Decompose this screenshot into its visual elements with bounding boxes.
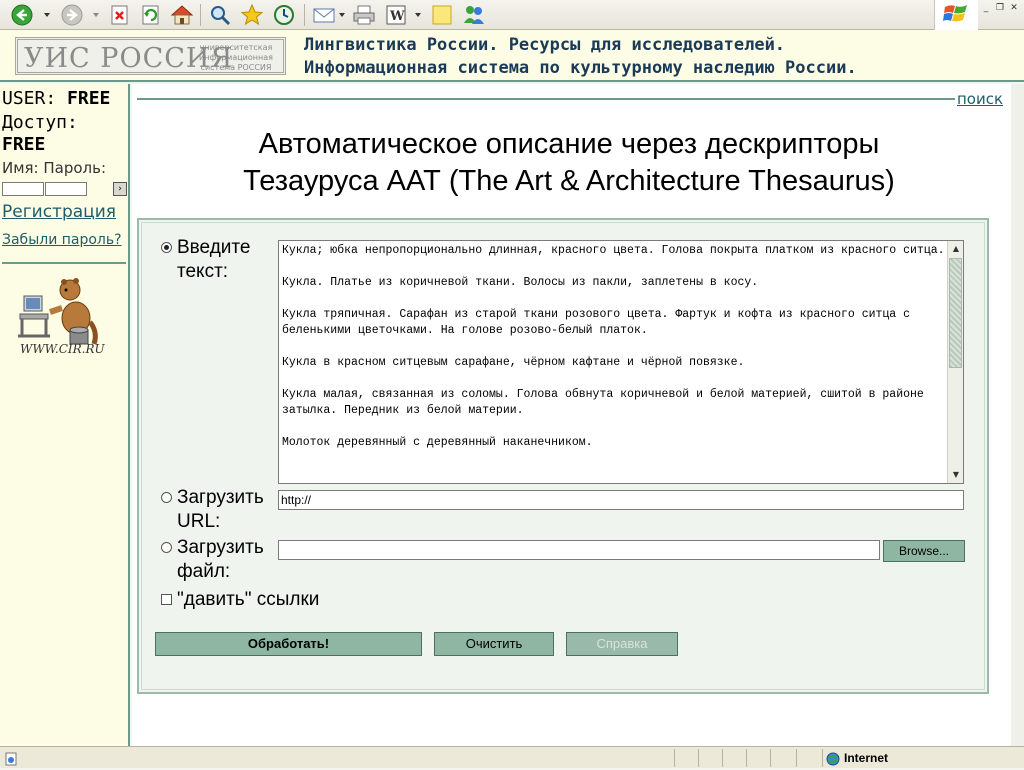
text-input-area[interactable]: Кукла; юбка непропорционально длинная, к…: [278, 240, 964, 484]
scrollbar-thumb[interactable]: [949, 258, 962, 368]
home-icon[interactable]: [170, 3, 194, 27]
site-title-line2: Информационная система по культурному на…: [304, 58, 857, 78]
forward-dropdown-icon[interactable]: [92, 11, 100, 19]
radio-file-input[interactable]: [161, 542, 172, 553]
scroll-up-icon[interactable]: ▲: [950, 243, 962, 255]
messenger-icon[interactable]: [462, 3, 486, 27]
option-text-label: Введите текст:: [177, 237, 251, 282]
stop-icon[interactable]: [108, 3, 132, 27]
input-form: Введите текст: Кукла; юбка непропорциона…: [137, 218, 989, 694]
svg-text:W: W: [389, 9, 405, 24]
search-link[interactable]: поиск: [957, 90, 1003, 108]
search-icon[interactable]: [208, 3, 232, 27]
help-button[interactable]: Справка: [566, 632, 678, 656]
site-header: УИС РОССИЯ университетская информационна…: [0, 30, 1024, 82]
page-title-line1: Автоматическое описание через дескриптор…: [258, 128, 880, 160]
radio-url-input[interactable]: [161, 492, 172, 503]
scroll-down-icon[interactable]: ▼: [950, 469, 962, 481]
uis-russia-logo[interactable]: УИС РОССИЯ университетская информационна…: [15, 37, 286, 75]
word-icon[interactable]: W: [384, 3, 408, 27]
back-icon[interactable]: [10, 3, 34, 27]
url-input[interactable]: http://: [278, 490, 964, 510]
logo-subtitle: университетская информационная система Р…: [199, 43, 273, 72]
textarea-scrollbar[interactable]: ▲ ▼: [947, 241, 963, 483]
suppress-links-checkbox[interactable]: [161, 594, 172, 605]
file-path-input[interactable]: [278, 540, 880, 560]
user-status: USER: FREE: [2, 88, 110, 109]
restore-icon[interactable]: ❐: [994, 2, 1006, 14]
clear-button[interactable]: Очистить: [434, 632, 554, 656]
page-title-line2: Тезауруса ААТ (The Art & Architecture Th…: [243, 165, 895, 197]
textarea-content: Кукла; юбка непропорционально длинная, к…: [282, 244, 945, 449]
login-button[interactable]: ›: [113, 182, 127, 196]
forgot-password-link[interactable]: Забыли пароль?: [2, 232, 122, 248]
page-scrollbar[interactable]: [1011, 84, 1024, 746]
windows-logo-icon: [934, 0, 978, 30]
notes-icon[interactable]: [430, 3, 454, 27]
process-button[interactable]: Обработать!: [155, 632, 422, 656]
user-label: USER:: [2, 88, 57, 109]
suppress-links-label: "давить" ссылки: [177, 589, 320, 610]
password-input[interactable]: [45, 182, 87, 196]
top-divider: [137, 98, 955, 100]
browser-toolbar: W _ ❐ ✕: [0, 0, 1024, 30]
history-icon[interactable]: [272, 3, 296, 27]
sidebar-divider: [2, 262, 126, 264]
back-dropdown-icon[interactable]: [43, 11, 51, 19]
option-url-label: Загрузить URL:: [177, 487, 264, 532]
print-icon[interactable]: [352, 3, 376, 27]
refresh-icon[interactable]: [139, 3, 163, 27]
browse-button[interactable]: Browse...: [883, 540, 965, 562]
sidebar: USER: FREE Доступ: FREE Имя: Пароль: › Р…: [0, 84, 130, 746]
close-icon[interactable]: ✕: [1008, 2, 1020, 14]
zone-label: Internet: [844, 751, 889, 765]
login-label: Имя: Пароль:: [2, 159, 107, 177]
register-link[interactable]: Регистрация: [2, 202, 116, 222]
user-value: FREE: [67, 88, 111, 109]
word-dropdown-icon[interactable]: [414, 11, 422, 19]
username-input[interactable]: [2, 182, 44, 196]
radio-text-input[interactable]: [161, 242, 172, 253]
site-title-line1: Лингвистика России. Ресурсы для исследов…: [304, 35, 786, 55]
minimize-icon[interactable]: _: [980, 2, 992, 14]
cir-caption: WWW.CIR.RU: [20, 342, 105, 356]
main-content: поиск Автоматическое описание через деск…: [132, 84, 1011, 746]
status-bar: Internet: [0, 746, 1024, 768]
globe-icon: [826, 752, 840, 766]
option-file-label: Загрузить файл:: [177, 537, 264, 582]
forward-icon[interactable]: [60, 3, 84, 27]
page-title: Автоматическое описание через дескриптор…: [132, 126, 1006, 200]
access-value: FREE: [2, 134, 46, 155]
mail-icon[interactable]: [312, 3, 336, 27]
access-label: Доступ:: [2, 112, 78, 133]
cir-bear-logo[interactable]: [14, 274, 110, 352]
mail-dropdown-icon[interactable]: [338, 11, 346, 19]
favorites-icon[interactable]: [240, 3, 264, 27]
page-status-icon: [4, 751, 18, 766]
